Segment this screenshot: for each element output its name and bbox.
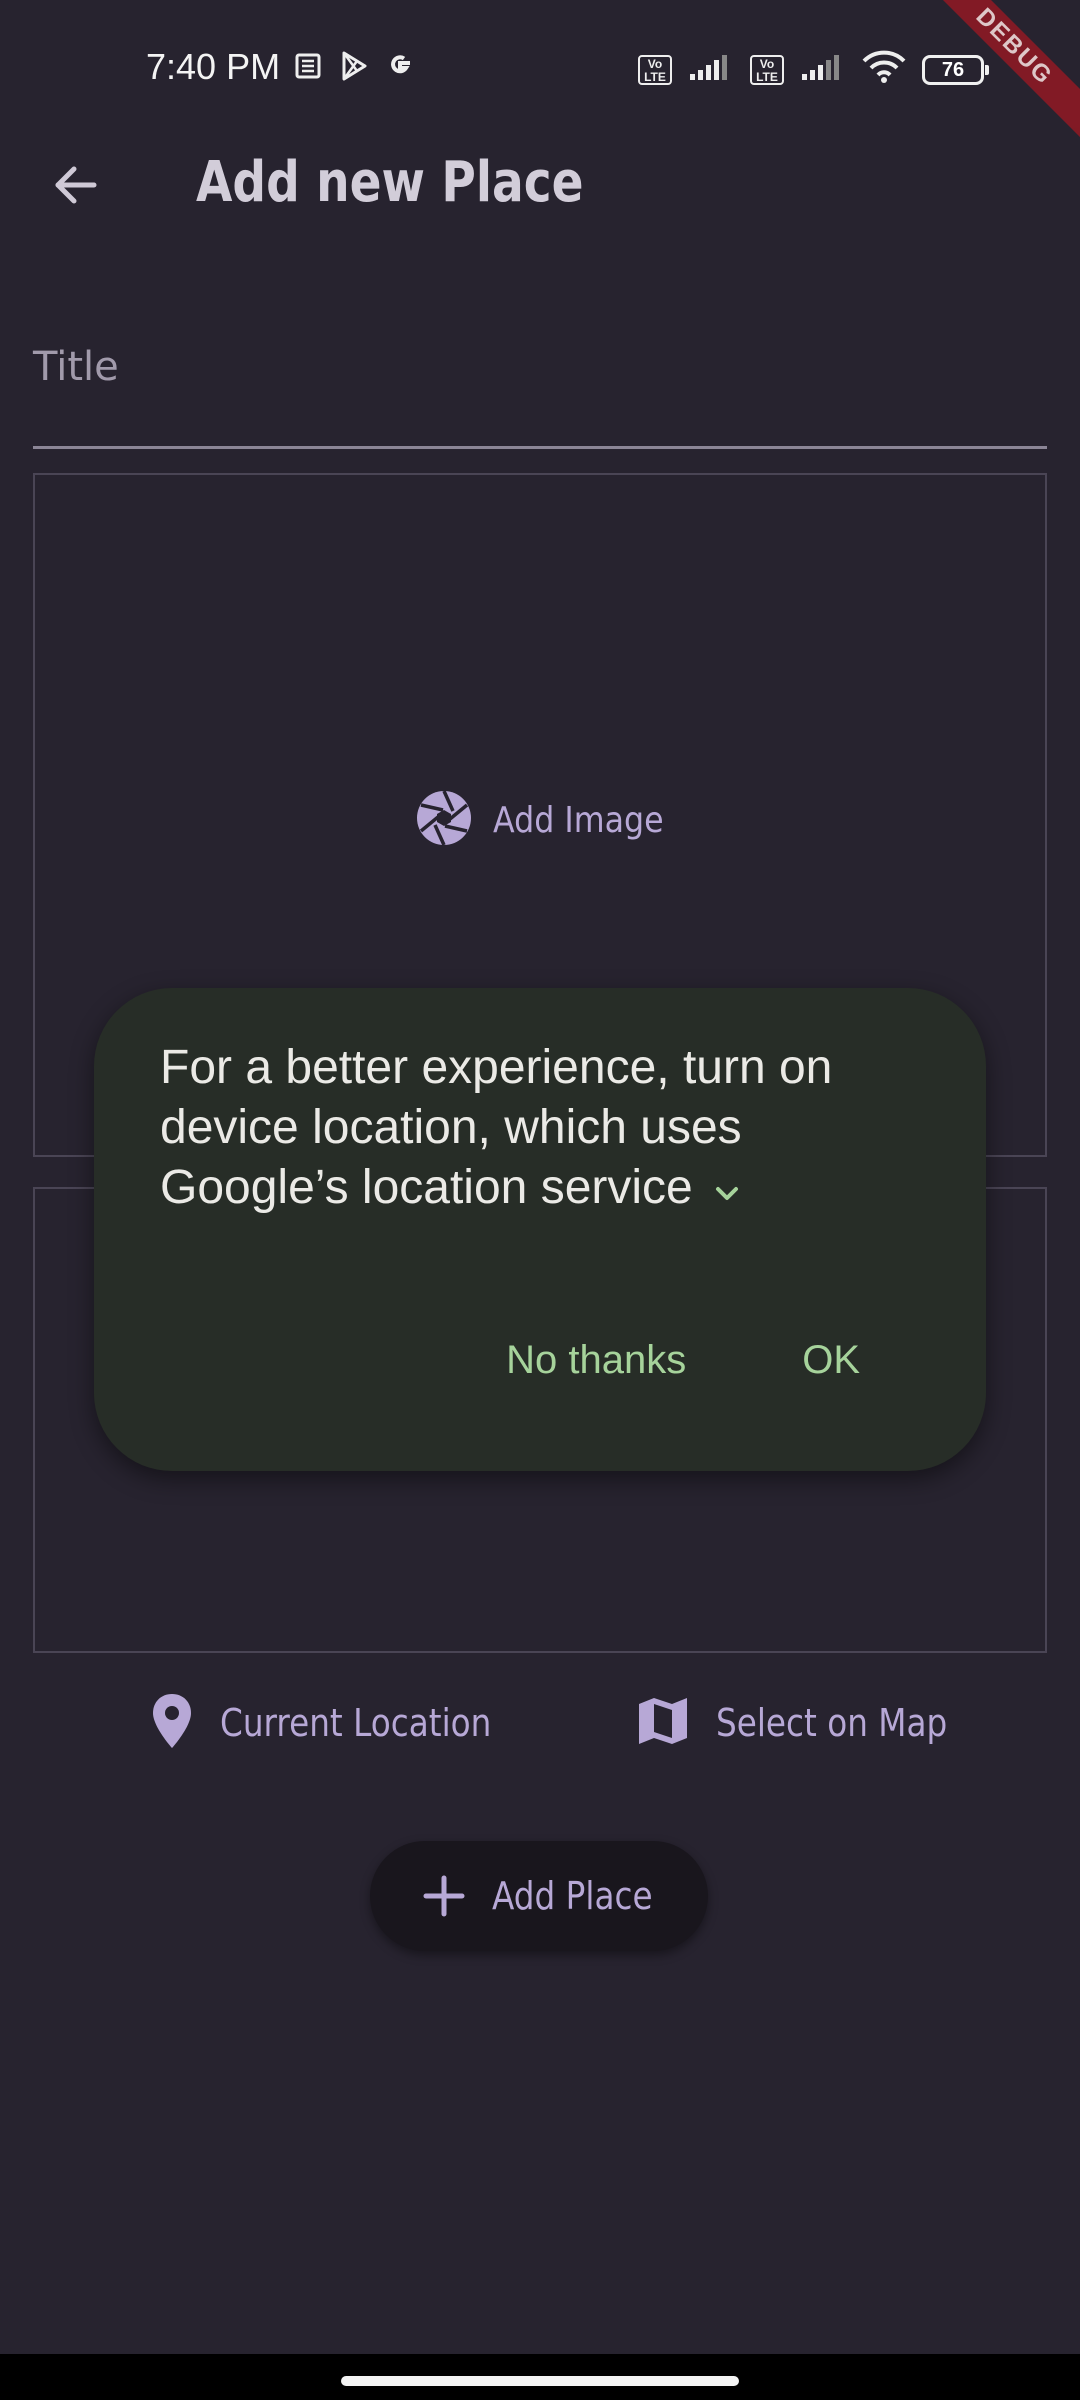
arrow-back-icon <box>50 160 100 215</box>
play-store-icon <box>338 50 370 87</box>
news-icon <box>294 51 324 86</box>
home-indicator[interactable] <box>341 2376 739 2386</box>
signal-icon-2 <box>800 52 846 87</box>
dialog-message-container: For a better experience, turn on device … <box>160 1038 880 1220</box>
location-permission-dialog: For a better experience, turn on device … <box>94 988 986 1471</box>
select-on-map-button[interactable]: Select on Map <box>636 1690 985 1756</box>
status-bar: 7:40 PM Vo LTE Vo LTE 76 DEBUG <box>0 0 1080 151</box>
camera-aperture-icon <box>415 789 473 852</box>
google-icon <box>384 50 416 87</box>
title-field[interactable]: Title <box>33 330 1047 449</box>
current-location-label: Current Location <box>220 1701 492 1745</box>
chevron-down-icon[interactable] <box>712 1160 742 1220</box>
page-title: Add new Place <box>196 150 584 215</box>
location-pin-icon <box>150 1692 194 1755</box>
plus-icon <box>422 1874 466 1918</box>
battery-icon: 76 <box>922 54 989 85</box>
ok-button[interactable]: OK <box>802 1338 860 1383</box>
back-button[interactable] <box>40 152 110 222</box>
add-place-button[interactable]: Add Place <box>370 1841 708 1951</box>
status-right-icons: Vo LTE Vo LTE 76 <box>638 50 989 89</box>
volte-icon-2: Vo LTE <box>750 54 784 85</box>
add-image-label: Add Image <box>493 799 664 841</box>
volte-icon: Vo LTE <box>638 54 672 85</box>
notification-icons <box>294 50 416 87</box>
title-placeholder: Title <box>33 344 119 390</box>
app-bar: Add new Place <box>0 130 1080 240</box>
add-place-label: Add Place <box>492 1874 653 1918</box>
signal-icon <box>688 52 734 87</box>
wifi-icon <box>862 50 906 89</box>
add-image-button[interactable]: Add Image <box>415 785 687 855</box>
map-icon <box>636 1694 690 1753</box>
current-location-button[interactable]: Current Location <box>150 1690 536 1756</box>
dialog-actions: No thanks OK <box>506 1338 860 1383</box>
select-on-map-label: Select on Map <box>716 1701 948 1745</box>
navigation-bar <box>0 2354 1080 2400</box>
status-time: 7:40 PM <box>146 46 281 87</box>
no-thanks-button[interactable]: No thanks <box>506 1338 686 1383</box>
